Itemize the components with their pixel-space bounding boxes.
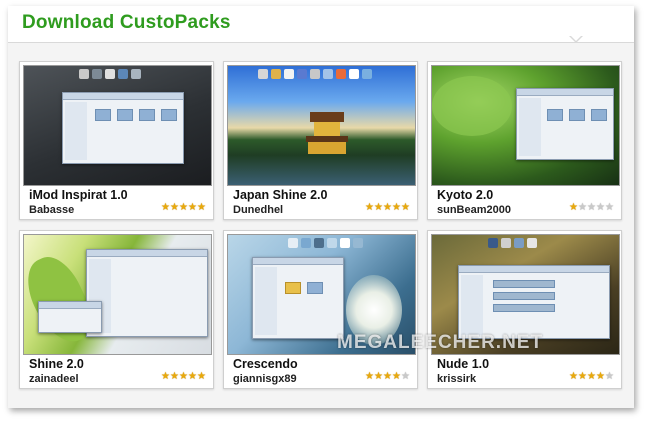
mini-dialog [38,301,102,333]
rating-stars: ★ ★ ★ ★ ★ [569,203,614,215]
star-empty-icon: ★ [578,202,587,213]
rating-stars: ★ ★ ★ ★ ★ [365,372,410,384]
star-filled-icon: ★ [401,202,410,213]
star-filled-icon: ★ [188,371,197,382]
pack-name[interactable]: iMod Inspirat 1.0 [29,188,128,202]
pack-thumbnail[interactable] [23,234,212,355]
star-filled-icon: ★ [170,371,179,382]
pack-author: krissirk [437,373,477,385]
star-filled-icon: ★ [374,202,383,213]
section-title: Download CustoPacks [22,12,231,33]
pack-card-japan-shine[interactable]: Japan Shine 2.0 Dunedhel ★ ★ ★ ★ ★ [223,61,418,220]
pack-card-crescendo[interactable]: Crescendo giannisgx89 ★ ★ ★ ★ ★ [223,230,418,389]
star-empty-icon: ★ [401,371,410,382]
star-filled-icon: ★ [374,371,383,382]
mini-window [252,257,344,339]
star-filled-icon: ★ [596,371,605,382]
mini-window [62,92,184,164]
star-filled-icon: ★ [392,371,401,382]
pack-author: Dunedhel [233,204,284,216]
pack-name[interactable]: Kyoto 2.0 [437,188,493,202]
star-empty-icon: ★ [596,202,605,213]
dock-icons [79,69,141,79]
rating-stars: ★ ★ ★ ★ ★ [161,372,206,384]
pack-name[interactable]: Nude 1.0 [437,357,489,371]
rating-stars: ★ ★ ★ ★ ★ [161,203,206,215]
pack-card-kyoto[interactable]: Kyoto 2.0 sunBeam2000 ★ ★ ★ ★ ★ [427,61,622,220]
pack-card-shine[interactable]: Shine 2.0 zainadeel ★ ★ ★ ★ ★ [19,230,214,389]
star-filled-icon: ★ [161,202,170,213]
pack-card-imod-inspirat[interactable]: iMod Inspirat 1.0 Babasse ★ ★ ★ ★ ★ [19,61,214,220]
pack-name[interactable]: Shine 2.0 [29,357,84,371]
star-empty-icon: ★ [605,371,614,382]
star-filled-icon: ★ [569,202,578,213]
pack-card-nude[interactable]: Nude 1.0 krissirk ★ ★ ★ ★ ★ [427,230,622,389]
star-filled-icon: ★ [383,202,392,213]
rating-stars: ★ ★ ★ ★ ★ [365,203,410,215]
pack-name[interactable]: Japan Shine 2.0 [233,188,327,202]
pack-name[interactable]: Crescendo [233,357,298,371]
star-filled-icon: ★ [188,202,197,213]
star-filled-icon: ★ [179,371,188,382]
dock-icons [258,69,372,79]
section-header: Download CustoPacks [8,6,634,43]
pack-author: giannisgx89 [233,373,297,385]
star-filled-icon: ★ [197,202,206,213]
watermark-text: MEGALEECHER.NET [337,332,544,353]
pack-author: Babasse [29,204,75,216]
star-filled-icon: ★ [179,202,188,213]
star-empty-icon: ★ [587,202,596,213]
star-filled-icon: ★ [161,371,170,382]
star-filled-icon: ★ [578,371,587,382]
mini-window [516,88,614,160]
pack-thumbnail[interactable] [227,65,416,186]
pack-thumbnail[interactable] [23,65,212,186]
star-filled-icon: ★ [170,202,179,213]
dock-icons [288,238,363,248]
rating-stars: ★ ★ ★ ★ ★ [569,372,614,384]
dock-icons [488,238,537,248]
header-notch-inner-decoration [570,35,582,41]
star-filled-icon: ★ [392,202,401,213]
mini-window [86,249,208,337]
mini-window [458,265,610,339]
star-filled-icon: ★ [383,371,392,382]
pack-author: sunBeam2000 [437,204,511,216]
pack-author: zainadeel [29,373,79,385]
star-filled-icon: ★ [365,202,374,213]
star-filled-icon: ★ [365,371,374,382]
pack-thumbnail[interactable] [431,65,620,186]
star-filled-icon: ★ [569,371,578,382]
star-empty-icon: ★ [605,202,614,213]
star-filled-icon: ★ [587,371,596,382]
star-filled-icon: ★ [197,371,206,382]
